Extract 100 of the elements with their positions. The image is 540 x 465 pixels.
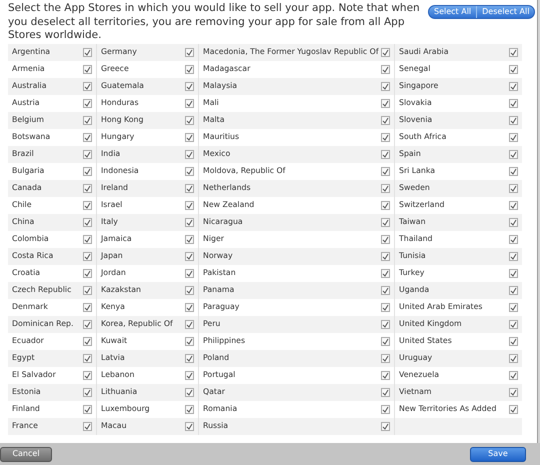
checkbox[interactable] xyxy=(83,302,92,312)
checkbox[interactable] xyxy=(83,252,92,260)
checkbox[interactable] xyxy=(83,370,92,380)
checkbox[interactable] xyxy=(381,200,390,210)
checkbox[interactable] xyxy=(83,388,92,396)
checkbox[interactable] xyxy=(381,132,390,142)
checkbox[interactable] xyxy=(509,268,518,278)
checkbox[interactable] xyxy=(185,404,194,414)
checkbox[interactable] xyxy=(509,354,518,362)
checkbox[interactable] xyxy=(381,150,390,158)
checkbox[interactable] xyxy=(381,98,390,108)
checkbox[interactable] xyxy=(185,320,194,328)
checkbox[interactable] xyxy=(185,336,194,346)
checkbox[interactable] xyxy=(83,320,92,328)
checkbox[interactable] xyxy=(185,116,194,124)
checkbox[interactable] xyxy=(509,320,518,328)
checkbox[interactable] xyxy=(381,64,390,74)
checkbox[interactable] xyxy=(185,268,194,278)
checkbox[interactable] xyxy=(185,98,194,108)
checkbox[interactable] xyxy=(83,82,92,90)
checkbox[interactable] xyxy=(83,336,92,346)
checkbox[interactable] xyxy=(185,82,194,90)
checkbox[interactable] xyxy=(185,150,194,158)
checkbox[interactable] xyxy=(185,184,194,192)
checkbox[interactable] xyxy=(83,268,92,278)
checkbox[interactable] xyxy=(83,166,92,176)
checkbox[interactable] xyxy=(185,252,194,260)
checkbox[interactable] xyxy=(83,200,92,210)
checkbox[interactable] xyxy=(509,184,518,192)
checkbox[interactable] xyxy=(381,370,390,380)
checkbox[interactable] xyxy=(509,82,518,90)
checkbox[interactable] xyxy=(509,132,518,142)
checkmark-icon xyxy=(382,320,389,328)
checkbox[interactable] xyxy=(509,98,518,108)
checkbox[interactable] xyxy=(509,370,518,380)
checkbox[interactable] xyxy=(509,388,518,396)
checkbox[interactable] xyxy=(381,302,390,312)
checkbox[interactable] xyxy=(509,116,518,124)
checkbox[interactable] xyxy=(509,166,518,176)
checkbox[interactable] xyxy=(185,234,194,244)
checkbox[interactable] xyxy=(83,116,92,124)
checkbox[interactable] xyxy=(185,422,194,430)
checkbox[interactable] xyxy=(509,218,518,226)
checkbox[interactable] xyxy=(381,320,390,328)
checkbox[interactable] xyxy=(381,404,390,414)
checkbox[interactable] xyxy=(381,268,390,278)
checkbox[interactable] xyxy=(381,166,390,176)
checkbox[interactable] xyxy=(509,150,518,158)
checkbox[interactable] xyxy=(381,82,390,90)
checkbox[interactable] xyxy=(509,234,518,244)
checkbox[interactable] xyxy=(381,48,390,56)
checkbox[interactable] xyxy=(185,388,194,396)
checkbox[interactable] xyxy=(83,354,92,362)
checkbox[interactable] xyxy=(381,388,390,396)
checkbox[interactable] xyxy=(381,252,390,260)
checkbox[interactable] xyxy=(509,48,518,56)
checkbox[interactable] xyxy=(185,166,194,176)
checkbox[interactable] xyxy=(185,200,194,210)
checkbox[interactable] xyxy=(509,252,518,260)
checkbox[interactable] xyxy=(509,336,518,346)
checkbox[interactable] xyxy=(83,286,92,294)
checkmark-icon xyxy=(186,134,193,140)
checkbox[interactable] xyxy=(185,64,194,74)
checkbox[interactable] xyxy=(185,48,194,56)
checkbox[interactable] xyxy=(185,286,194,294)
select-toggle-button[interactable]: Deselect All xyxy=(476,6,534,18)
checkbox[interactable] xyxy=(381,422,390,430)
checkbox[interactable] xyxy=(83,184,92,192)
checkbox[interactable] xyxy=(381,184,390,192)
checkbox[interactable] xyxy=(381,286,390,294)
checkmark-icon xyxy=(382,116,389,124)
checkmark-icon xyxy=(382,252,389,260)
save-button[interactable]: Save xyxy=(470,446,526,462)
checkbox[interactable] xyxy=(381,234,390,244)
checkbox[interactable] xyxy=(185,354,194,362)
checkbox[interactable] xyxy=(185,370,194,380)
checkbox[interactable] xyxy=(509,200,518,210)
checkbox[interactable] xyxy=(185,132,194,142)
checkbox[interactable] xyxy=(509,64,518,74)
checkbox[interactable] xyxy=(83,404,92,414)
checkbox[interactable] xyxy=(381,354,390,362)
checkbox[interactable] xyxy=(185,218,194,226)
checkbox[interactable] xyxy=(83,132,92,142)
checkbox[interactable] xyxy=(83,422,92,430)
checkbox[interactable] xyxy=(509,286,518,294)
checkbox[interactable] xyxy=(83,98,92,108)
checkbox[interactable] xyxy=(83,218,92,226)
checkbox[interactable] xyxy=(83,234,92,244)
select-toggle-button[interactable]: Select All xyxy=(429,6,476,18)
instructions-text: Select the App Stores in which you would like to sell your app. Note that when you deselect all territories, you are removing your app for sale from all App Stores worldwide. xyxy=(8,2,421,42)
checkbox[interactable] xyxy=(381,116,390,124)
checkbox[interactable] xyxy=(83,150,92,158)
checkbox[interactable] xyxy=(509,302,518,312)
checkbox[interactable] xyxy=(381,336,390,346)
checkbox[interactable] xyxy=(83,48,92,56)
cancel-button[interactable]: Cancel xyxy=(0,446,52,462)
checkbox[interactable] xyxy=(83,64,92,74)
checkbox[interactable] xyxy=(381,218,390,226)
checkbox[interactable] xyxy=(185,302,194,312)
checkbox[interactable] xyxy=(509,404,518,414)
